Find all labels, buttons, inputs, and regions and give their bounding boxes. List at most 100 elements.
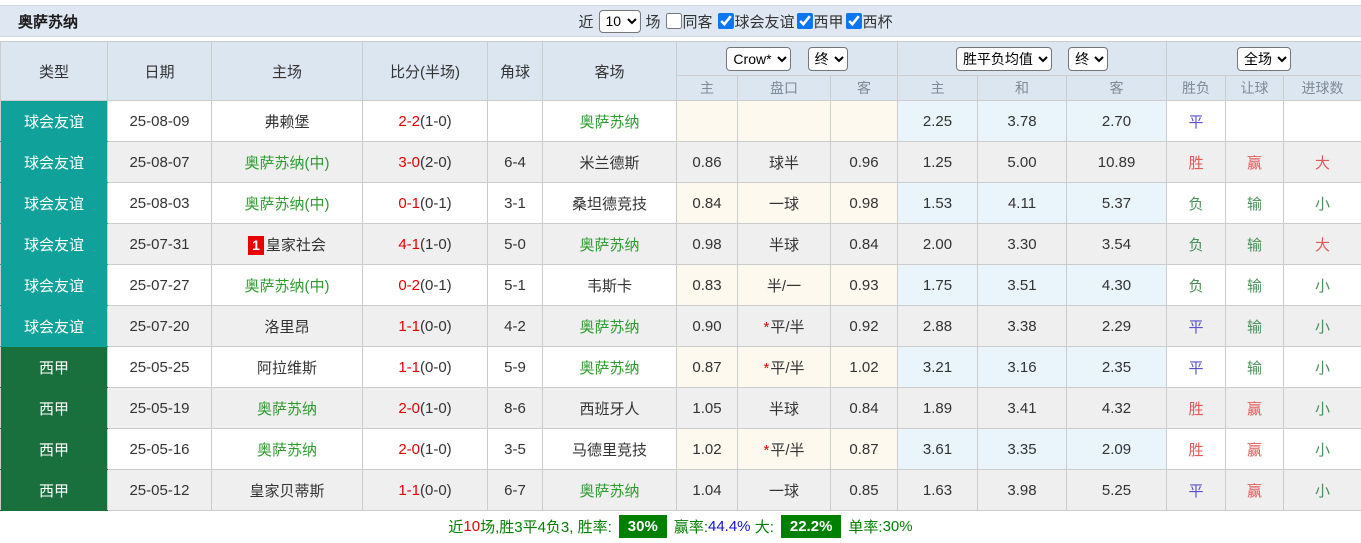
away-team-cell: 西班牙人 (542, 387, 677, 429)
rank-badge: 1 (248, 235, 264, 255)
avg-draw-cell: 5.00 (977, 141, 1068, 183)
home-odds-cell: 0.84 (676, 182, 738, 224)
result-cell: 负 (1166, 223, 1227, 265)
full-time-score: 3-0 (398, 153, 420, 171)
avg-away-cell: 4.30 (1066, 264, 1168, 306)
matches-table: 类型 日期 主场 比分(半场) 角球 客场 Crow* 终 胜平负均值 终 全场… (0, 41, 1361, 511)
summary-prefix: 近 (448, 519, 464, 536)
away-odds-cell: 1.02 (829, 346, 899, 388)
result-cell: 平 (1166, 305, 1227, 347)
odds-source-select[interactable]: Crow* (726, 46, 792, 71)
corner-cell: 8-6 (487, 387, 543, 429)
sub-header-avg-home: 主 (897, 75, 979, 101)
away-odds-cell: 0.84 (829, 387, 899, 429)
score-cell: 1-1(0-0) (362, 469, 488, 511)
goals-cell (1283, 100, 1361, 142)
away-team-name: 桑坦德竞技 (571, 195, 647, 213)
half-time-score: (0-0) (420, 481, 452, 499)
home-team-cell: 1 皇家社会 (211, 223, 363, 265)
home-team-cell: 弗赖堡 (211, 100, 363, 142)
away-team-name: 米兰德斯 (579, 154, 640, 172)
win-rate-badge: 30% (618, 515, 667, 538)
goals-cell: 大 (1283, 223, 1361, 265)
table-row: 西甲 25-05-25 阿拉维斯 1-1(0-0) 5-9 奥萨苏纳 0.87 *平/半 1.0… (0, 346, 1361, 388)
avg-home-cell: 3.61 (897, 428, 979, 470)
home-team-name: 奥萨苏纳 (256, 441, 317, 459)
away-team-cell: 奥萨苏纳 (542, 100, 677, 142)
handicap-result-cell: 输 (1225, 223, 1285, 265)
league-cell: 西甲 (0, 469, 108, 511)
away-team-cell: 马德里竞技 (542, 428, 677, 470)
league-filter-checkbox[interactable] (845, 13, 862, 29)
half-time-score: (2-0) (420, 153, 452, 171)
avg-away-cell: 2.35 (1066, 346, 1168, 388)
away-odds-cell: 0.87 (829, 428, 899, 470)
date-cell: 25-07-27 (107, 264, 212, 306)
home-team-cell: 奥萨苏纳(中) (211, 264, 363, 306)
home-team-name: 奥萨苏纳 (256, 400, 317, 418)
same-away-toggle[interactable]: 同客 (665, 11, 713, 32)
handicap-result-cell: 赢 (1225, 428, 1285, 470)
result-cell: 负 (1166, 264, 1227, 306)
match-count-select[interactable]: 10 (598, 9, 641, 33)
summary-mid: 场,胜3平4负3, 胜率: (480, 519, 612, 536)
home-odds-cell: 0.83 (676, 264, 738, 306)
scope-select[interactable]: 全场 (1237, 46, 1292, 71)
league-filter-checkbox[interactable] (796, 13, 813, 29)
home-team-name: 弗赖堡 (264, 113, 310, 131)
league-filter-checkbox[interactable] (717, 13, 734, 29)
league-filter-2[interactable]: 西杯 (845, 11, 893, 32)
date-cell: 25-07-31 (107, 223, 212, 265)
away-team-cell: 奥萨苏纳 (542, 305, 677, 347)
table-row: 西甲 25-05-19 奥萨苏纳 2-0(1-0) 8-6 西班牙人 1.05 半球 0.84 1… (0, 387, 1361, 429)
away-team-cell: 奥萨苏纳 (542, 346, 677, 388)
avg-draw-cell: 3.16 (977, 346, 1068, 388)
summary-footer: 近 10 场,胜3平4负3, 胜率: 30% 赢率: 44.4% 大: 22.2% 单… (0, 511, 1361, 542)
score-cell: 4-1(1-0) (362, 223, 488, 265)
handicap-result-cell: 输 (1225, 264, 1285, 306)
sub-header-result: 胜负 (1166, 75, 1227, 101)
league-filters: 球会友谊 西甲 西杯 (717, 11, 893, 32)
avg-away-cell: 5.37 (1066, 182, 1168, 224)
goals-cell: 小 (1283, 182, 1361, 224)
away-team-name: 奥萨苏纳 (579, 482, 640, 500)
date-cell: 25-08-09 (107, 100, 212, 142)
avg-home-cell: 1.75 (897, 264, 979, 306)
avg-draw-cell: 4.11 (977, 182, 1068, 224)
home-team-name: 皇家贝蒂斯 (249, 482, 325, 500)
league-filter-0[interactable]: 球会友谊 (717, 11, 795, 32)
match-rows: 球会友谊 25-08-09 弗赖堡 2-2(1-0) 奥萨苏纳 2.25 3.78 2.70 平… (0, 100, 1361, 511)
avg-source-select[interactable]: 胜平负均值 (955, 46, 1052, 71)
away-team-name: 西班牙人 (579, 400, 640, 418)
home-team-cell: 奥萨苏纳 (211, 428, 363, 470)
win-pct-value: 44.4% (707, 518, 751, 535)
half-time-score: (1-0) (420, 440, 452, 458)
league-filter-label: 西杯 (862, 13, 893, 31)
away-team-name: 奥萨苏纳 (579, 236, 640, 254)
sub-header-handicap-res: 让球 (1225, 75, 1285, 101)
sub-header-odds-away: 客 (829, 75, 899, 101)
same-away-checkbox[interactable] (665, 13, 682, 29)
home-odds-cell: 0.87 (676, 346, 738, 388)
avg-draw-cell: 3.38 (977, 305, 1068, 347)
home-team-cell: 奥萨苏纳(中) (211, 182, 363, 224)
result-cell: 胜 (1166, 428, 1227, 470)
league-filter-1[interactable]: 西甲 (796, 11, 844, 32)
avg-time-select[interactable]: 终 (1068, 46, 1109, 71)
odds-time-select[interactable]: 终 (807, 46, 848, 71)
home-team-cell: 奥萨苏纳 (211, 387, 363, 429)
home-team-cell: 奥萨苏纳(中) (211, 141, 363, 183)
avg-draw-cell: 3.98 (977, 469, 1068, 511)
corner-cell: 3-1 (487, 182, 543, 224)
away-odds-cell: 0.84 (829, 223, 899, 265)
handicap-cell (737, 100, 831, 142)
handicap-cell: *平/半 (737, 346, 831, 388)
sub-header-goals: 进球数 (1283, 75, 1361, 101)
single-pct-value: 30% (882, 518, 913, 535)
corner-cell: 5-9 (487, 346, 543, 388)
home-odds-cell: 0.90 (676, 305, 738, 347)
big-pct-badge: 22.2% (780, 515, 842, 538)
home-team-cell: 洛里昂 (211, 305, 363, 347)
handicap-cell: 半球 (737, 387, 831, 429)
away-odds-cell: 0.98 (829, 182, 899, 224)
